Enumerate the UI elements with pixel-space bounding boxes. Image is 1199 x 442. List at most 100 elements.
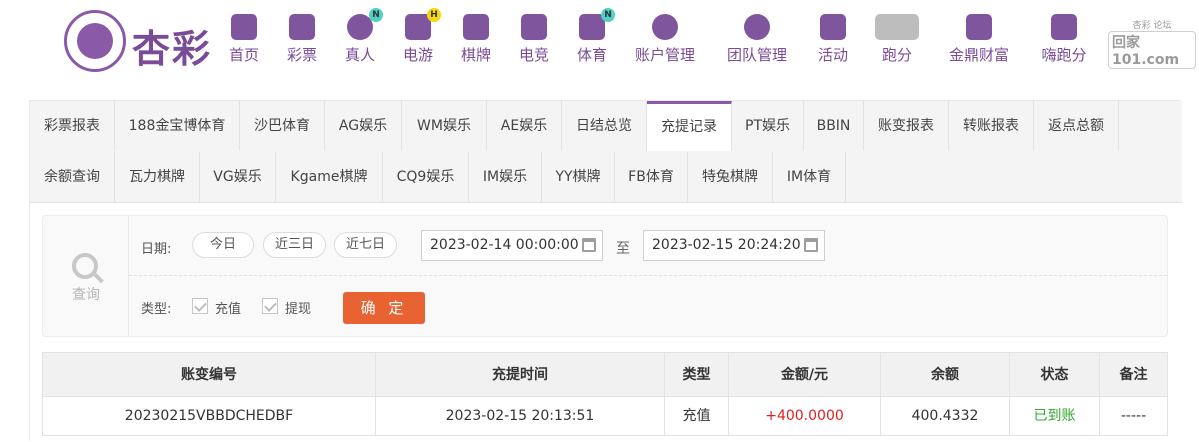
end-date-value: 2023-02-15 20:24:20 [652, 237, 801, 253]
tab-deposit-withdraw[interactable]: 充提记录 [647, 101, 732, 151]
deposit-label: 充值 [215, 302, 242, 317]
confirm-button[interactable]: 确 定 [343, 292, 425, 324]
tab-transaction-report[interactable]: 账变报表 [864, 101, 949, 151]
tab-wm[interactable]: WM娱乐 [402, 101, 487, 151]
filter-box: 查询 日期: 今日 近三日 近七日 2023-02-14 00:00:00 至 … [42, 215, 1168, 337]
nav-item-live[interactable]: N 真人 [338, 8, 383, 74]
gamepad-icon: H [405, 8, 441, 40]
cell-type: 充值 [664, 396, 729, 436]
nav-label: 彩票 [286, 46, 317, 64]
nav-label: 电游 [402, 46, 433, 64]
records-table: 账变编号 充提时间 类型 金额/元 余额 状态 备注 20230215VBBDC… [42, 352, 1168, 442]
calendar-icon[interactable] [582, 238, 596, 252]
nav-label: 金鼎财富 [948, 46, 1009, 64]
tab-daily-summary[interactable]: 日结总览 [562, 101, 647, 151]
nav-label: 棋牌 [460, 46, 491, 64]
col-header-balance: 余额 [880, 352, 1010, 397]
tab-188-sports[interactable]: 188金宝博体育 [115, 101, 240, 151]
query-section[interactable]: 查询 [43, 216, 129, 336]
withdraw-checkbox[interactable] [262, 298, 278, 314]
cell-status: 已到账 [1009, 396, 1100, 436]
cell-id: 20230215VBBDCHEDBF [42, 396, 376, 436]
date-label: 日期: [141, 242, 172, 257]
nav-label: 账户管理 [634, 46, 695, 64]
nav-item-events[interactable]: 活动 [814, 14, 852, 74]
tab-im-sports[interactable]: IM体育 [773, 152, 846, 202]
col-header-status: 状态 [1009, 352, 1100, 397]
nav-item-paofen[interactable]: 跑分 [872, 14, 922, 74]
cell-note: ----- [1099, 396, 1168, 436]
col-header-time: 充提时间 [375, 352, 665, 397]
tab-bbin[interactable]: BBIN [804, 101, 864, 151]
start-date-value: 2023-02-14 00:00:00 [430, 237, 579, 253]
tab-wali-chess[interactable]: 瓦力棋牌 [115, 152, 200, 202]
nav-item-chess[interactable]: 棋牌 [454, 14, 498, 74]
live-dealer-icon: N [347, 8, 383, 40]
nav-label: 跑分 [881, 46, 912, 64]
col-header-note: 备注 [1099, 352, 1168, 397]
site-logo[interactable]: 杏彩 [64, 10, 224, 72]
search-icon-handle [93, 272, 104, 284]
nav-item-hi-paofen[interactable]: 嗨跑分 [1038, 14, 1090, 74]
last-3-days-button[interactable]: 近三日 [263, 232, 326, 258]
cell-balance: 400.4332 [880, 396, 1010, 436]
tab-fb-sports[interactable]: FB体育 [615, 152, 688, 202]
tab-rebate-total[interactable]: 返点总额 [1034, 101, 1119, 151]
watermark-text: 杏彩 [1132, 21, 1151, 31]
type-label: 类型: [141, 302, 172, 317]
tab-ag[interactable]: AG娱乐 [325, 101, 402, 151]
calendar-icon[interactable] [804, 238, 818, 252]
report-panel: 彩票报表 188金宝博体育 沙巴体育 AG娱乐 WM娱乐 AE娱乐 日结总览 充… [29, 100, 1182, 442]
cards-icon [463, 14, 489, 40]
hot-badge: H [427, 8, 441, 22]
nav-item-sports[interactable]: N 体育 [570, 8, 615, 74]
hi-app-icon [1051, 14, 1077, 40]
tab-saba-sports[interactable]: 沙巴体育 [240, 101, 325, 151]
nav-label: 电竞 [518, 46, 549, 64]
nav-item-jinding[interactable]: 金鼎财富 [946, 14, 1012, 74]
new-badge: N [369, 8, 383, 22]
watermark-text: 论坛 [1153, 21, 1172, 31]
to-label: 至 [616, 241, 630, 257]
nav-item-esports[interactable]: 电竞 [512, 14, 556, 74]
nav-label: 体育 [576, 46, 607, 64]
tab-ae[interactable]: AE娱乐 [487, 101, 562, 151]
team-icon [744, 14, 770, 40]
nav-item-account[interactable]: 账户管理 [632, 14, 698, 74]
today-button[interactable]: 今日 [192, 232, 254, 258]
last-7-days-button[interactable]: 近七日 [334, 232, 397, 258]
nav-item-team[interactable]: 团队管理 [724, 14, 790, 74]
car-icon [875, 14, 919, 40]
start-date-input[interactable]: 2023-02-14 00:00:00 [421, 230, 603, 261]
nav-label: 活动 [817, 46, 848, 64]
tab-yy-chess[interactable]: YY棋牌 [542, 152, 615, 202]
tab-tetu-chess[interactable]: 特兔棋牌 [688, 152, 773, 202]
nav-label: 嗨跑分 [1041, 46, 1087, 64]
deposit-checkbox[interactable] [192, 298, 208, 314]
tab-transfer-report[interactable]: 转账报表 [949, 101, 1034, 151]
tab-cq9[interactable]: CQ9娱乐 [383, 152, 469, 202]
trophy-icon: N [579, 8, 615, 40]
end-date-input[interactable]: 2023-02-15 20:24:20 [643, 230, 825, 261]
nav-item-egames[interactable]: H 电游 [396, 8, 441, 74]
new-badge: N [601, 8, 615, 22]
treasure-icon [966, 14, 992, 40]
tab-vg[interactable]: VG娱乐 [200, 152, 276, 202]
tab-lottery-report[interactable]: 彩票报表 [30, 101, 115, 151]
tab-kgame-chess[interactable]: Kgame棋牌 [276, 152, 383, 202]
col-header-type: 类型 [664, 352, 729, 397]
logo-emblem-icon [64, 10, 126, 72]
date-filter-row: 日期: 今日 近三日 近七日 2023-02-14 00:00:00 至 202… [129, 216, 1167, 276]
tab-pt[interactable]: PT娱乐 [732, 101, 804, 151]
nav-item-home[interactable]: 首页 [222, 14, 266, 74]
nav-label: 真人 [344, 46, 375, 64]
tab-im[interactable]: IM娱乐 [469, 152, 542, 202]
nav-item-lottery[interactable]: 彩票 [280, 14, 324, 74]
tab-balance-query[interactable]: 余额查询 [30, 152, 115, 202]
account-coin-icon [652, 14, 678, 40]
query-label: 查询 [72, 287, 100, 303]
col-header-amount: 金额/元 [728, 352, 881, 397]
type-filter-row: 类型: 充值 提现 确 定 [129, 276, 1167, 336]
withdraw-label: 提现 [285, 302, 312, 317]
top-header: 杏彩 首页 彩票 N 真人 H 电游 棋牌 电竞 N 体育 账户管理 团队管理 … [0, 0, 1199, 90]
